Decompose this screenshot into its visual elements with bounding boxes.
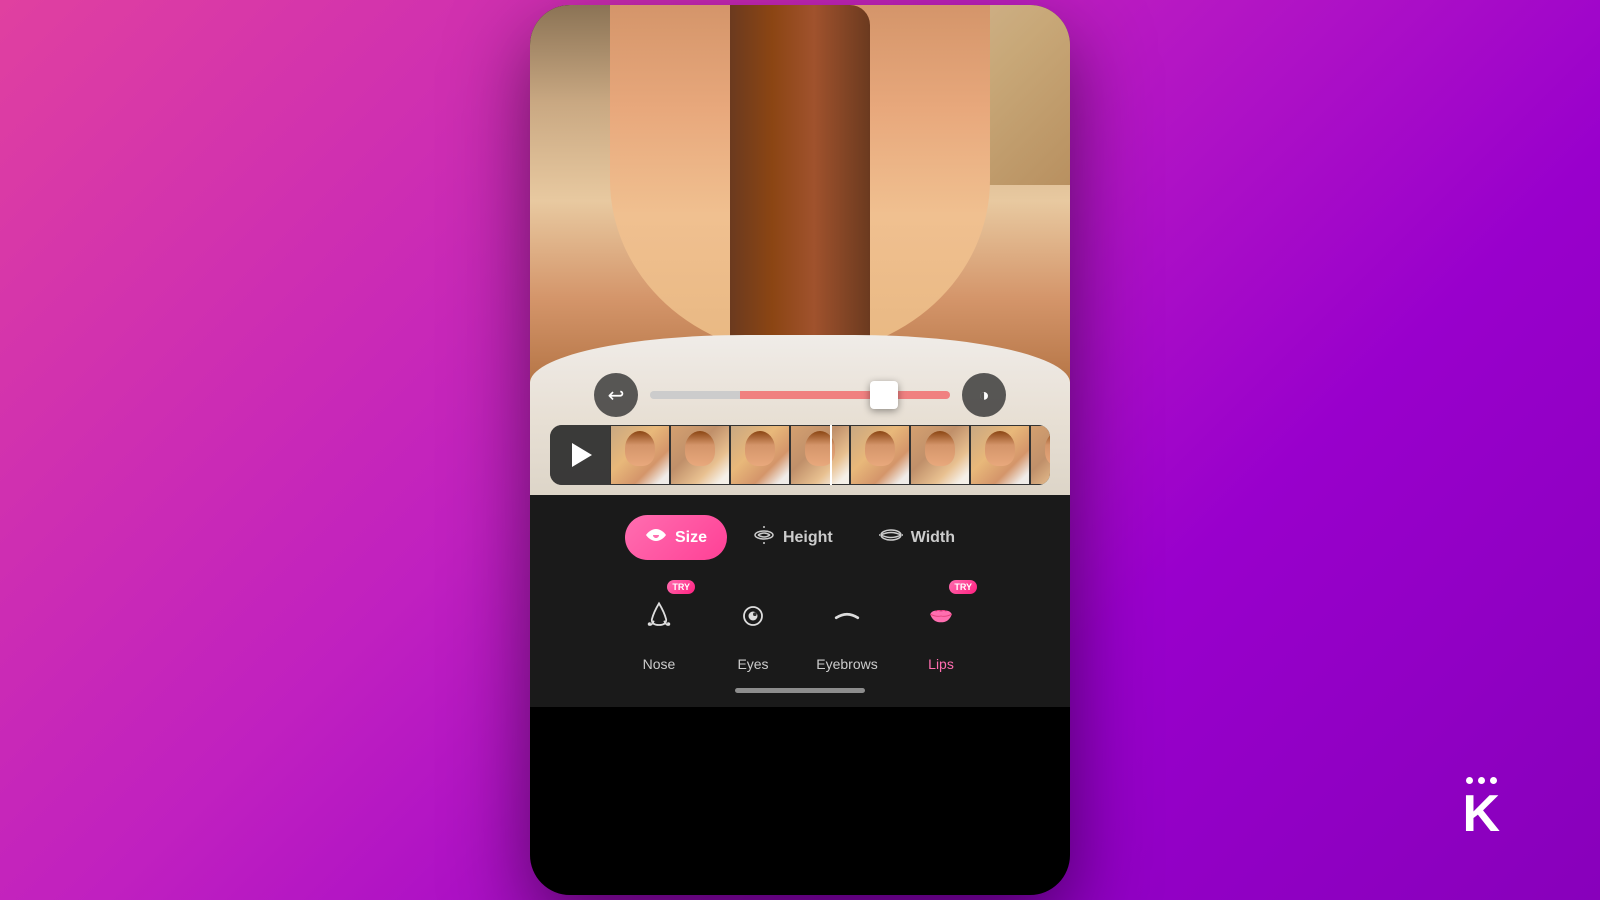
lips-icon-wrap: Try — [909, 584, 973, 648]
tab-height[interactable]: Height — [733, 515, 853, 560]
eyebrows-label: Eyebrows — [816, 656, 877, 672]
watermark-dot — [1478, 777, 1485, 784]
feature-eyes[interactable]: Eyes — [721, 584, 785, 672]
watermark-dot — [1490, 777, 1497, 784]
film-frame — [610, 425, 670, 485]
tab-width[interactable]: Width — [859, 515, 975, 560]
timeline[interactable] — [550, 425, 1050, 485]
feature-lips[interactable]: Try Lips — [909, 584, 973, 672]
watermark: K — [1462, 777, 1500, 840]
width-tab-icon — [879, 527, 903, 548]
slider-thumb[interactable] — [870, 381, 898, 409]
eyes-icon-wrap — [721, 584, 785, 648]
nose-try-badge: Try — [667, 580, 695, 594]
film-frame — [790, 425, 850, 485]
intensity-slider[interactable] — [650, 391, 950, 399]
slider-row: ↩ ◑ — [550, 373, 1050, 417]
play-icon — [572, 443, 592, 467]
watermark-letter: K — [1462, 788, 1500, 840]
undo-icon: ↩ — [608, 383, 625, 408]
undo-button[interactable]: ↩ — [594, 373, 638, 417]
nose-icon — [641, 598, 677, 634]
tabs-row: Size Height — [550, 515, 1050, 560]
tab-width-label: Width — [911, 529, 955, 547]
play-button[interactable] — [550, 425, 610, 485]
film-frame — [670, 425, 730, 485]
nose-icon-wrap: Try — [627, 584, 691, 648]
height-tab-icon — [753, 525, 775, 550]
lips-tab-icon — [645, 527, 667, 548]
lips-try-badge: Try — [949, 580, 977, 594]
film-frame — [970, 425, 1030, 485]
film-frame — [910, 425, 970, 485]
slider-fill — [650, 391, 950, 399]
compare-icon: ◑ — [979, 385, 990, 406]
bottom-panel: Size Height — [530, 495, 1070, 707]
video-controls-overlay: ↩ ◑ — [530, 363, 1070, 495]
tab-size-label: Size — [675, 529, 707, 547]
features-row: Try Nose — [550, 584, 1050, 672]
eyes-label: Eyes — [737, 656, 768, 672]
timeline-cursor — [830, 425, 832, 485]
lips-label: Lips — [928, 656, 954, 672]
eyebrows-icon — [829, 598, 865, 634]
tab-size[interactable]: Size — [625, 515, 727, 560]
nose-label: Nose — [643, 656, 676, 672]
filmstrip — [610, 425, 1050, 485]
eyebrows-icon-wrap — [815, 584, 879, 648]
film-frame — [730, 425, 790, 485]
video-preview: ↩ ◑ — [530, 5, 1070, 495]
home-indicator — [735, 688, 865, 693]
lips-feature-icon — [923, 598, 959, 634]
feature-eyebrows[interactable]: Eyebrows — [815, 584, 879, 672]
eyes-icon — [735, 598, 771, 634]
film-frame — [850, 425, 910, 485]
watermark-dot — [1466, 777, 1473, 784]
tab-height-label: Height — [783, 529, 833, 547]
phone-frame: ↩ ◑ — [530, 5, 1070, 895]
feature-nose[interactable]: Try Nose — [627, 584, 691, 672]
compare-button[interactable]: ◑ — [962, 373, 1006, 417]
film-frame — [1030, 425, 1050, 485]
